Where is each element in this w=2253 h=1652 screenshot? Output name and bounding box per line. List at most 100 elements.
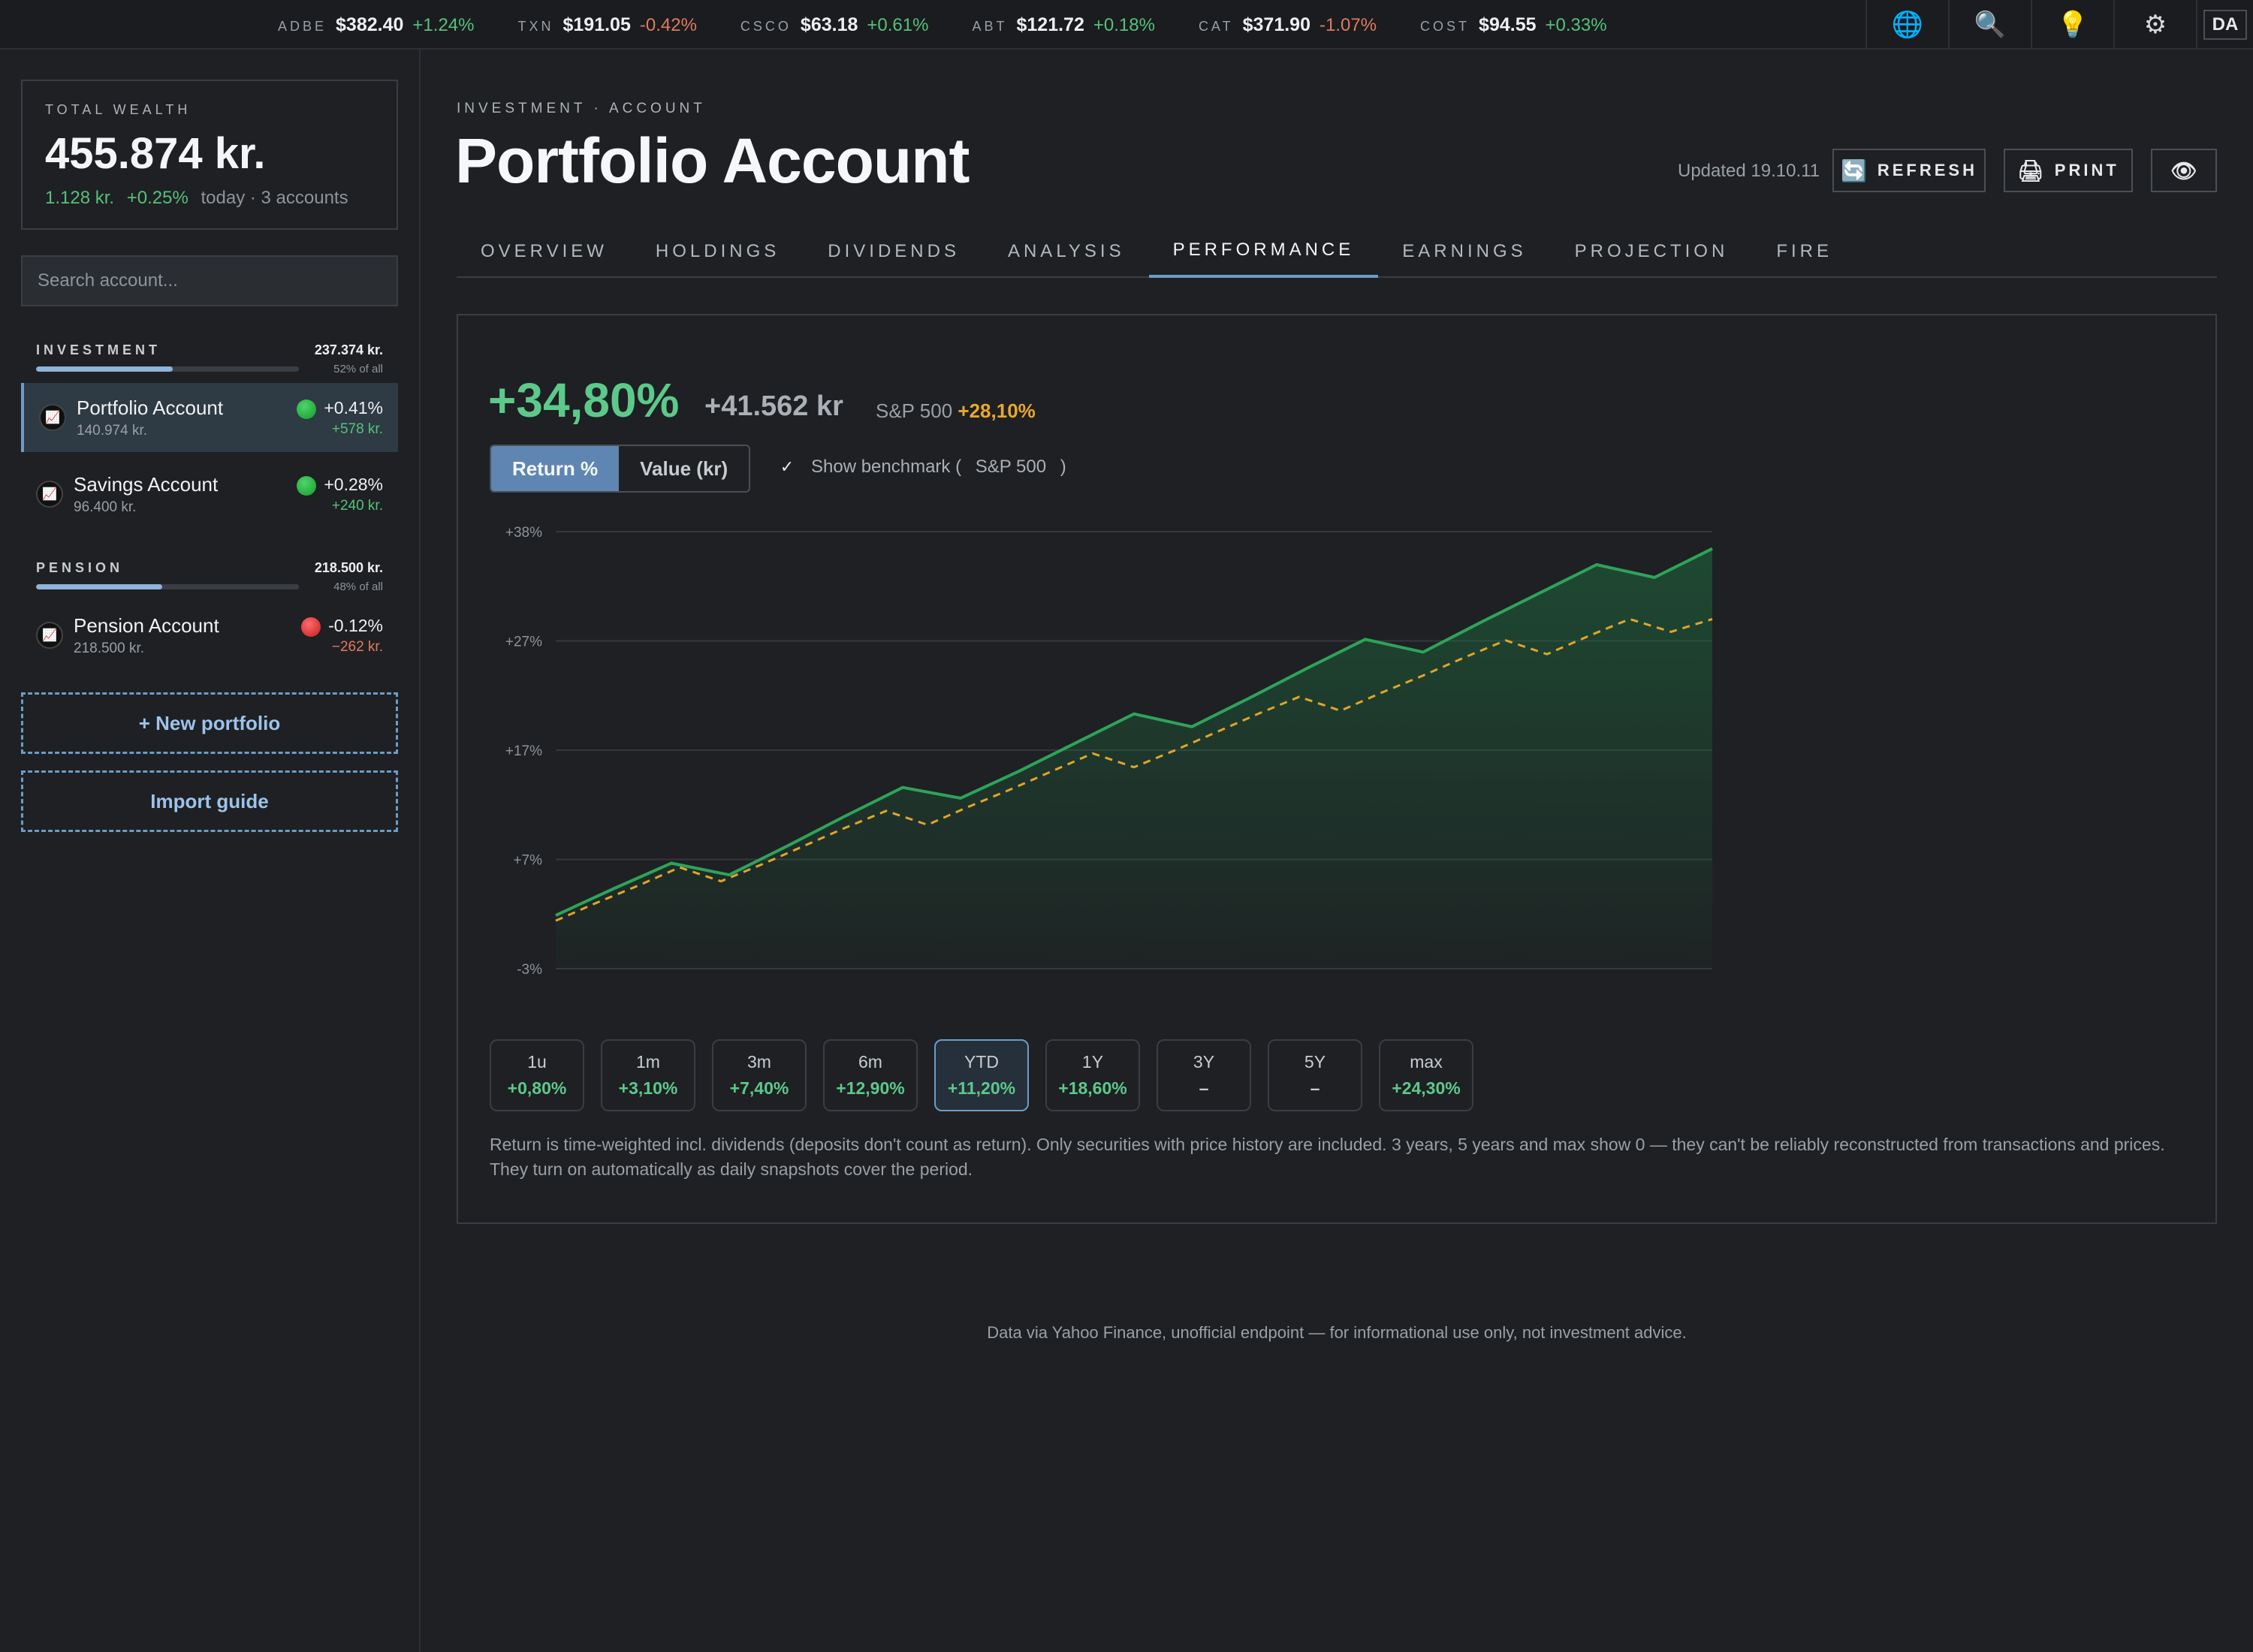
- print-button[interactable]: 🖨 PRINT: [2004, 149, 2133, 192]
- group-share-bar: [36, 366, 299, 372]
- portfolio-area: [556, 548, 1712, 969]
- toggle-value-kr[interactable]: Value (kr): [619, 446, 749, 491]
- account-performance: -0.12% −262 kr.: [328, 616, 383, 656]
- total-wealth-value: 455.874 kr.: [45, 129, 266, 178]
- total-wealth-label: TOTAL WEALTH: [45, 102, 192, 117]
- status-down-icon: [301, 617, 321, 637]
- tab-earnings[interactable]: EARNINGS: [1378, 225, 1550, 278]
- ticker-item[interactable]: ADBE $382.40 +1.24%: [278, 14, 474, 36]
- group-share-row: 48% of all: [21, 576, 398, 593]
- account-performance: +0.28% +240 kr.: [324, 475, 383, 514]
- range-button-5y[interactable]: 5Y –: [1268, 1039, 1362, 1111]
- ticker-price: $121.72: [1016, 14, 1084, 35]
- tab-fire[interactable]: FIRE: [1752, 225, 1856, 278]
- tab-holdings[interactable]: HOLDINGS: [632, 225, 804, 278]
- status-up-icon: [297, 476, 317, 496]
- ticker-change: +1.24%: [412, 14, 475, 35]
- performance-chart: +38% +27% +17% +7% -3%: [505, 525, 1713, 978]
- toggle-return-pct[interactable]: Return %: [491, 446, 620, 491]
- total-change-abs: 1.128 kr.: [45, 188, 115, 208]
- range-label: 6m: [858, 1052, 882, 1072]
- user-initials[interactable]: DA: [2203, 10, 2248, 40]
- ticker-item[interactable]: COST $94.55 +0.33%: [1420, 14, 1607, 36]
- ticker-item[interactable]: ABT $121.72 +0.18%: [972, 14, 1154, 36]
- y-tick-label: -3%: [517, 962, 542, 978]
- updated-timestamp: Updated 19.10.11: [1678, 161, 1820, 181]
- y-tick-label: +27%: [505, 635, 542, 650]
- range-button-ytd[interactable]: YTD +11,20%: [934, 1039, 1029, 1111]
- refresh-button[interactable]: 🔄 REFRESH: [1832, 149, 1986, 192]
- search-icon[interactable]: 🔍: [1948, 0, 2031, 50]
- eye-icon: 👁: [2170, 158, 2197, 182]
- ticker-item[interactable]: TXN $191.05 -0.42%: [517, 14, 696, 36]
- group-share-fill: [36, 366, 173, 372]
- range-button-1y[interactable]: 1Y +18,60%: [1045, 1039, 1140, 1111]
- range-button-1m[interactable]: 1m +3,10%: [601, 1039, 695, 1111]
- group-share-row: 52% of all: [21, 358, 398, 375]
- y-tick-label: +7%: [513, 853, 542, 869]
- ticker-symbol: COST: [1420, 18, 1470, 34]
- benchmark-name: S&P 500: [975, 457, 1047, 477]
- return-pct: +34,80%: [488, 373, 680, 427]
- account-value: 218.500 kr.: [74, 640, 145, 656]
- new-portfolio-button[interactable]: + New portfolio: [21, 692, 398, 754]
- chart-icon: 📈: [36, 481, 63, 508]
- tab-overview[interactable]: OVERVIEW: [457, 225, 632, 278]
- range-button-6m[interactable]: 6m +12,90%: [823, 1039, 918, 1111]
- range-button-3y[interactable]: 3Y –: [1157, 1039, 1251, 1111]
- account-item-savings[interactable]: 📈 Savings Account 96.400 kr. +0.28% +240…: [21, 460, 398, 529]
- tab-analysis[interactable]: ANALYSIS: [984, 225, 1149, 278]
- gear-icon[interactable]: ⚙: [2113, 0, 2196, 50]
- ticker-item[interactable]: CAT $371.90 -1.07%: [1199, 14, 1377, 36]
- account-name: Savings Account: [74, 472, 219, 496]
- range-label: 1Y: [1081, 1052, 1104, 1072]
- ticker-price: $63.18: [800, 14, 858, 35]
- user-avatar[interactable]: DA: [2196, 0, 2253, 50]
- account-pct: -0.12%: [328, 615, 383, 635]
- tab-projection[interactable]: PROJECTION: [1551, 225, 1753, 278]
- refresh-icon: 🔄: [1841, 158, 1867, 182]
- range-button-1u[interactable]: 1u +0,80%: [490, 1039, 584, 1111]
- lightbulb-icon[interactable]: 💡: [2031, 0, 2113, 50]
- search-input[interactable]: [21, 255, 398, 306]
- account-info: Pension Account 218.500 kr.: [74, 614, 301, 657]
- ticker-change: +0.18%: [1093, 14, 1155, 35]
- account-item-pension[interactable]: 📈 Pension Account 218.500 kr. -0.12% −26…: [21, 601, 398, 670]
- tab-performance[interactable]: PERFORMANCE: [1148, 225, 1379, 278]
- privacy-toggle-button[interactable]: 👁: [2151, 149, 2217, 192]
- tab-dividends[interactable]: DIVIDENDS: [804, 225, 984, 278]
- account-item-portfolio[interactable]: 📈 Portfolio Account 140.974 kr. +0.41% +…: [21, 383, 398, 452]
- range-button-max[interactable]: max +24,30%: [1379, 1039, 1473, 1111]
- range-value: +7,40%: [729, 1078, 789, 1098]
- account-pct: +0.28%: [324, 474, 383, 494]
- import-guide-button[interactable]: Import guide: [21, 770, 398, 832]
- sidebar: TOTAL WEALTH 455.874 kr. 1.128 kr. +0.25…: [0, 50, 421, 1652]
- globe-icon[interactable]: 🌐: [1865, 0, 1948, 50]
- group-share-bar: [36, 584, 299, 589]
- range-value: +18,60%: [1058, 1078, 1127, 1098]
- ticker-symbol: TXN: [517, 18, 554, 34]
- print-label: PRINT: [2054, 161, 2119, 179]
- ticker-price: $94.55: [1479, 14, 1537, 35]
- account-name: Portfolio Account: [77, 396, 224, 419]
- checkmark-icon[interactable]: ✓: [777, 457, 798, 478]
- total-wealth-change: 1.128 kr. +0.25% today · 3 accounts: [45, 188, 374, 209]
- ticker-list: ADBE $382.40 +1.24% TXN $191.05 -0.42% CSCO $63…: [278, 0, 1607, 50]
- group-value: 237.374 kr.: [314, 342, 383, 357]
- account-pct: +0.41%: [324, 397, 383, 418]
- chart-icon: 📈: [39, 404, 66, 431]
- show-benchmark-text: Show benchmark (: [811, 457, 962, 477]
- show-benchmark-checkbox[interactable]: ✓ Show benchmark ( S&P 500 ): [777, 457, 1066, 478]
- group-pension: PENSION 218.500 kr. 48% of all 📈 Pension…: [21, 560, 398, 670]
- ticker-change: +0.33%: [1545, 14, 1607, 35]
- benchmark-summary: S&P 500 +28,10%: [876, 399, 1036, 423]
- ticker-item[interactable]: CSCO $63.18 +0.61%: [740, 14, 929, 36]
- range-label: 5Y: [1304, 1052, 1326, 1072]
- status-up-icon: [297, 399, 317, 419]
- y-tick-label: +17%: [505, 743, 542, 759]
- return-abs: +41.562 kr: [704, 390, 843, 422]
- range-label: 1u: [527, 1052, 547, 1072]
- range-button-3m[interactable]: 3m +7,40%: [712, 1039, 807, 1111]
- benchmark-label: S&P 500: [876, 399, 953, 422]
- account-abs: +578 kr.: [331, 421, 383, 437]
